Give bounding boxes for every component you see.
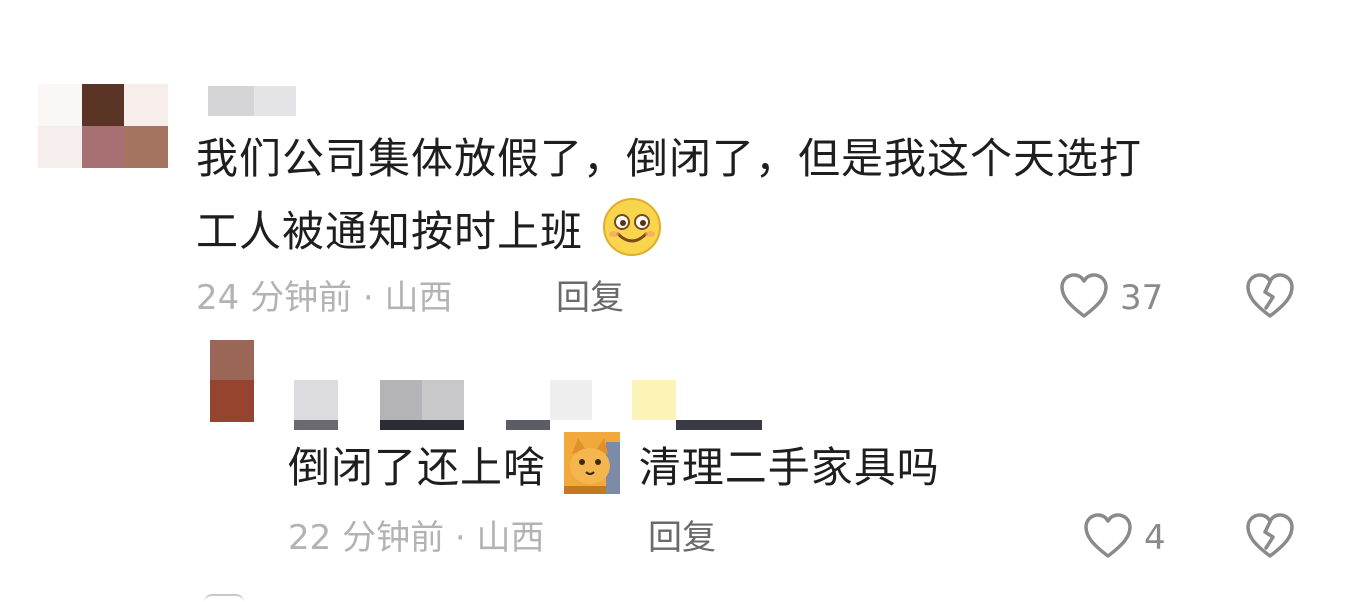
- broken-heart-icon: [1246, 513, 1294, 558]
- reply-avatar[interactable]: [210, 340, 254, 422]
- reply-location: 山西: [476, 518, 545, 558]
- reply-like-button[interactable]: [1082, 512, 1134, 564]
- cat-emoji: [564, 432, 621, 509]
- reply-dislike-button[interactable]: [1244, 512, 1296, 564]
- reply-meta: 22 分钟前 · 山西: [288, 518, 545, 558]
- avatar[interactable]: [38, 84, 168, 168]
- smiley-emoji: [601, 196, 663, 273]
- heart-icon: [1060, 273, 1108, 318]
- reply-timestamp: 22 分钟前: [288, 518, 445, 558]
- dislike-button[interactable]: [1244, 272, 1296, 324]
- heart-icon: [1084, 513, 1132, 558]
- comment-text-line-2: 工人被通知按时上班: [196, 207, 584, 256]
- reply-username[interactable]: [294, 380, 814, 430]
- reply-separator: ·: [454, 518, 466, 558]
- comment-meta: 24 分钟前 · 山西: [196, 278, 453, 318]
- like-button[interactable]: [1058, 272, 1110, 324]
- separator: ·: [362, 278, 374, 318]
- reply-text-part-1: 倒闭了还上啥: [288, 443, 547, 492]
- timestamp: 24 分钟前: [196, 278, 353, 318]
- reply-text-row: 倒闭了还上啥 清理二手家具吗: [288, 432, 940, 509]
- broken-heart-icon: [1246, 273, 1294, 318]
- reply-button[interactable]: 回复: [556, 278, 624, 318]
- username[interactable]: [208, 86, 296, 116]
- next-avatar-partial[interactable]: [204, 594, 244, 602]
- comment-text: 我们公司集体放假了，倒闭了，但是我这个天选打: [196, 130, 1142, 188]
- location: 山西: [384, 278, 453, 318]
- comment-text-line-2-row: 工人被通知按时上班: [196, 196, 663, 273]
- reply-text-part-2: 清理二手家具吗: [638, 443, 940, 492]
- reply-like-count: 4: [1144, 518, 1166, 558]
- reply-reply-button[interactable]: 回复: [648, 518, 716, 558]
- comment-text-line-1: 我们公司集体放假了，倒闭了，但是我这个天选打: [196, 134, 1143, 183]
- like-count: 37: [1120, 278, 1164, 318]
